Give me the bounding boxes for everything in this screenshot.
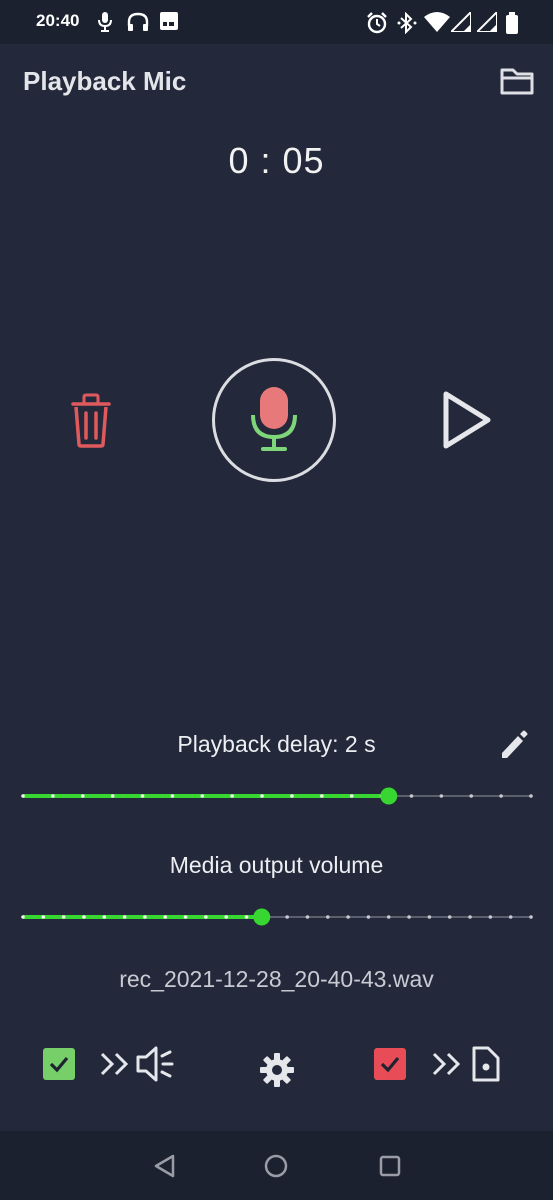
volume-slider-tick bbox=[305, 915, 310, 919]
playback-delay-slider[interactable] bbox=[20, 784, 534, 808]
delay-slider-tick bbox=[200, 794, 205, 798]
gallery-icon bbox=[160, 12, 178, 35]
folder-icon[interactable] bbox=[500, 66, 534, 96]
back-icon[interactable] bbox=[152, 1153, 178, 1184]
home-icon[interactable] bbox=[263, 1153, 289, 1184]
volume-slider-tick bbox=[285, 915, 289, 919]
speaker-output-checkbox[interactable] bbox=[43, 1048, 75, 1080]
delay-slider-tick bbox=[409, 794, 414, 798]
volume-slider-tick bbox=[529, 915, 533, 919]
bluetooth-icon bbox=[397, 11, 417, 39]
delay-slider-tick bbox=[80, 794, 85, 798]
volume-slider-tick bbox=[427, 915, 432, 919]
volume-slider-tick bbox=[163, 915, 168, 919]
volume-slider-tick bbox=[468, 915, 472, 919]
delay-slider-tick bbox=[349, 794, 354, 798]
delay-slider-tick bbox=[260, 794, 264, 798]
volume-slider-tick bbox=[346, 915, 350, 919]
volume-slider-thumb[interactable] bbox=[253, 908, 271, 926]
trash-icon[interactable] bbox=[68, 392, 114, 448]
volume-slider-tick bbox=[366, 915, 371, 919]
volume-slider-tick bbox=[508, 915, 513, 919]
recording-timer: 0 : 05 bbox=[228, 140, 325, 181]
play-icon[interactable] bbox=[440, 390, 494, 450]
file-output-icon bbox=[432, 1044, 504, 1089]
delay-slider-tick bbox=[140, 794, 145, 798]
delay-slider-tick bbox=[529, 794, 533, 798]
pencil-icon[interactable] bbox=[498, 728, 528, 760]
volume-slider-tick bbox=[224, 915, 228, 919]
mic-icon bbox=[98, 12, 112, 37]
volume-slider-tick bbox=[122, 915, 127, 919]
delay-slider-tick bbox=[290, 794, 294, 798]
delay-slider-thumb[interactable] bbox=[380, 787, 398, 805]
microphone-icon bbox=[251, 387, 297, 451]
recents-icon[interactable] bbox=[377, 1153, 403, 1184]
gear-icon[interactable] bbox=[259, 1052, 295, 1093]
speaker-output-icon bbox=[100, 1044, 180, 1089]
recording-filename: rec_2021-12-28_20-40-43.wav bbox=[119, 966, 434, 992]
delay-slider-tick bbox=[51, 794, 55, 798]
volume-slider-tick bbox=[244, 915, 249, 919]
delay-slider-tick bbox=[320, 794, 324, 798]
volume-slider-tick bbox=[326, 915, 330, 919]
volume-slider-tick bbox=[204, 915, 208, 919]
media-volume-slider[interactable] bbox=[20, 905, 534, 929]
volume-slider-tick bbox=[143, 915, 147, 919]
volume-slider-tick bbox=[386, 915, 391, 919]
delay-slider-tick bbox=[170, 794, 175, 798]
battery-icon bbox=[505, 12, 519, 39]
headphones-icon bbox=[127, 12, 149, 37]
status-time: 20:40 bbox=[36, 11, 80, 30]
delay-slider-tick bbox=[21, 794, 25, 798]
volume-slider-tick bbox=[407, 915, 411, 919]
app-title: Playback Mic bbox=[23, 66, 187, 96]
volume-slider-tick bbox=[61, 915, 66, 919]
delay-slider-tick bbox=[439, 794, 444, 798]
signal-icon bbox=[448, 9, 472, 37]
volume-slider-tick bbox=[82, 915, 86, 919]
volume-slider-tick bbox=[447, 915, 452, 919]
delay-slider-tick bbox=[110, 794, 115, 798]
volume-slider-tick bbox=[488, 915, 493, 919]
delay-slider-tick bbox=[469, 794, 474, 798]
volume-slider-tick bbox=[21, 915, 25, 919]
volume-slider-tick bbox=[41, 915, 46, 919]
volume-slider-tick bbox=[102, 915, 107, 919]
delay-slider-tick bbox=[499, 794, 503, 798]
file-output-checkbox[interactable] bbox=[374, 1048, 406, 1080]
record-button[interactable] bbox=[212, 358, 336, 482]
volume-slider-tick bbox=[183, 915, 188, 919]
signal-icon bbox=[474, 9, 498, 37]
playback-delay-label: Playback delay: 2 s bbox=[177, 731, 376, 757]
wifi-icon bbox=[424, 12, 450, 37]
status-bar: 20:40 bbox=[0, 0, 553, 44]
alarm-icon bbox=[366, 12, 388, 39]
delay-slider-tick bbox=[230, 794, 234, 798]
check-icon bbox=[49, 1056, 69, 1073]
media-volume-label: Media output volume bbox=[169, 852, 384, 878]
check-icon bbox=[380, 1056, 400, 1073]
navigation-bar bbox=[0, 1131, 553, 1200]
